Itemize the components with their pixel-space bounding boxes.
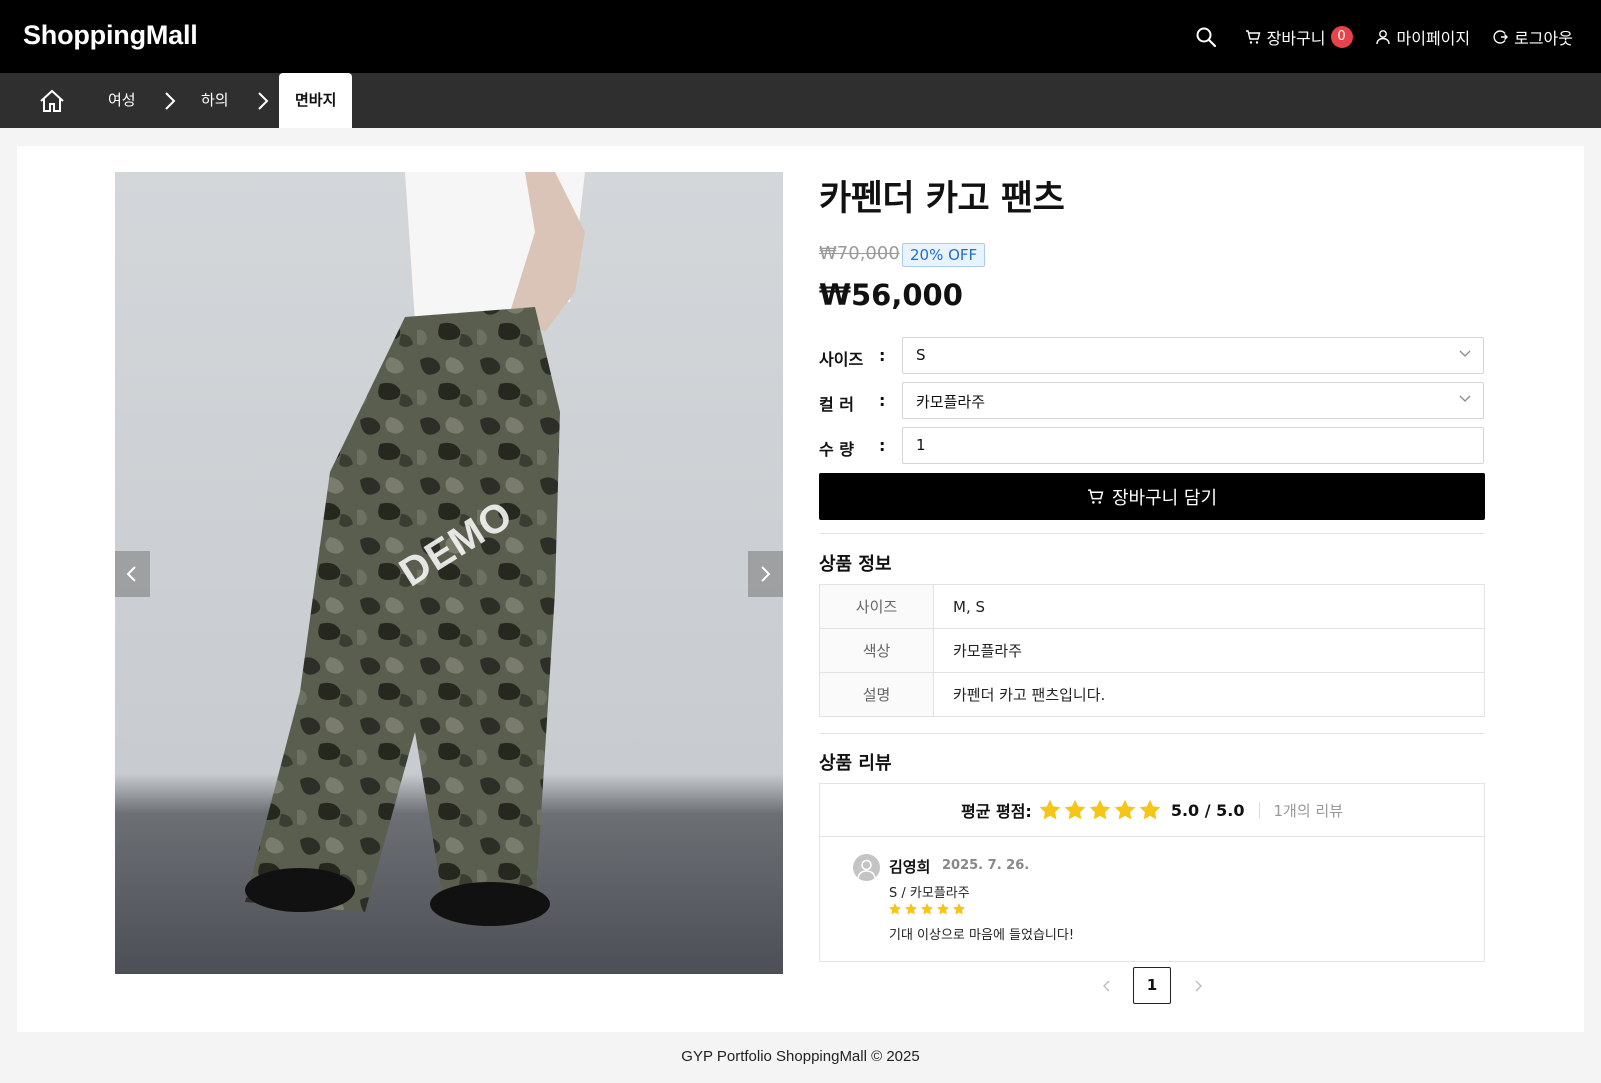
search-icon [1196, 27, 1216, 48]
star-icon [1139, 799, 1161, 820]
star-icon [920, 903, 934, 915]
info-key: 색상 [819, 628, 934, 673]
product-image: DEMO [115, 172, 783, 974]
reviewer-name: 김영희 [889, 858, 931, 876]
product-title: 카펜더 카고 팬츠 [819, 179, 1065, 219]
header-nav: 장바구니 0 마이페이지 로그아웃 [1173, 22, 1573, 52]
cart-icon [1245, 30, 1261, 44]
table-row: 색상 카모플라주 [819, 628, 1485, 673]
chevron-right-icon [761, 566, 771, 582]
site-logo[interactable]: ShoppingMall [23, 20, 198, 51]
star-icon [1114, 799, 1136, 820]
info-value: M, S [933, 584, 1485, 629]
review-option: S / 카모플라주 [889, 886, 970, 901]
qty-label: 수 량: [819, 436, 885, 460]
size-label: 사이즈: [819, 346, 885, 370]
divider [819, 533, 1485, 534]
review-date: 2025. 7. 26. [942, 858, 1030, 873]
rating-summary: 평균 평점: 5.0 / 5.0 1개의 리뷰 [820, 784, 1484, 837]
cart-icon [1088, 489, 1104, 504]
chevron-right-icon[interactable] [1190, 977, 1206, 995]
info-key: 사이즈 [819, 584, 934, 629]
discount-badge: 20% OFF [902, 243, 986, 267]
review-box: 평균 평점: 5.0 / 5.0 1개의 리뷰 김영희 2025. 7. 26.… [819, 783, 1485, 962]
star-icon [952, 903, 966, 915]
product-info-table: 사이즈 M, S 색상 카모플라주 설명 카펜더 카고 팬츠입니다. [819, 584, 1485, 717]
chevron-right-icon [258, 92, 269, 110]
table-row: 사이즈 M, S [819, 584, 1485, 629]
add-to-cart-button[interactable]: 장바구니 담기 [819, 473, 1485, 520]
info-key: 설명 [819, 672, 934, 717]
avg-rating-label: 평균 평점: [960, 802, 1032, 821]
reviews-title: 상품 리뷰 [819, 753, 892, 774]
pagination: 1 [0, 967, 1601, 1005]
review-text: 기대 이상으로 마음에 들었습니다! [889, 928, 1075, 943]
size-label-text: 사이즈 [819, 350, 864, 369]
logout-icon [1493, 30, 1509, 44]
breadcrumb-item-bottoms[interactable]: 하의 [201, 73, 229, 128]
size-select-value: S [916, 346, 926, 364]
footer-text: GYP Portfolio ShoppingMall © 2025 [681, 1048, 920, 1065]
color-label-colon: : [879, 391, 886, 410]
page-button[interactable]: 1 [1133, 967, 1171, 1004]
star-icon [936, 903, 950, 915]
add-to-cart-label: 장바구니 담기 [1111, 487, 1218, 509]
cart-label: 장바구니 [1266, 29, 1326, 48]
mypage-label: 마이페이지 [1396, 29, 1471, 48]
info-value: 카모플라주 [933, 628, 1485, 673]
info-value: 카펜더 카고 팬츠입니다. [933, 672, 1485, 717]
qty-label-colon: : [879, 436, 886, 455]
top-header: ShoppingMall 장바구니 0 마이페이지 로그아웃 [0, 0, 1601, 73]
image-next-button[interactable] [748, 551, 783, 597]
cart-link[interactable]: 장바구니 0 [1245, 25, 1353, 49]
breadcrumb: 여성 하의 면바지 [0, 73, 1601, 128]
quantity-input[interactable]: 1 [902, 427, 1484, 464]
star-icon [1089, 799, 1111, 820]
chevron-down-icon [1459, 350, 1471, 357]
product-info-title: 상품 정보 [819, 554, 892, 575]
color-select[interactable]: 카모플라주 [902, 382, 1484, 419]
avg-rating-stars [1038, 798, 1163, 822]
chevron-left-icon [126, 566, 136, 582]
color-label: 컬 러: [819, 391, 885, 415]
qty-label-text: 수 량 [819, 440, 855, 459]
avatar-icon [853, 854, 880, 881]
image-prev-button[interactable] [115, 551, 150, 597]
review-stars [888, 902, 968, 916]
table-row: 설명 카펜더 카고 팬츠입니다. [819, 672, 1485, 717]
breadcrumb-item-women[interactable]: 여성 [108, 73, 136, 128]
search-button[interactable] [1195, 26, 1223, 48]
size-select[interactable]: S [902, 337, 1484, 374]
mypage-link[interactable]: 마이페이지 [1375, 25, 1471, 49]
user-icon [1375, 30, 1390, 45]
chevron-down-icon [1459, 395, 1471, 402]
star-icon [1064, 799, 1086, 820]
cart-count-badge: 0 [1330, 26, 1353, 48]
original-price: ₩70,000 [819, 243, 900, 264]
sale-price: ₩56,000 [819, 278, 963, 312]
chevron-right-icon [165, 92, 176, 110]
star-icon [888, 903, 902, 915]
logout-label: 로그아웃 [1514, 29, 1573, 48]
color-select-value: 카모플라주 [916, 393, 986, 411]
avg-score: 5.0 / 5.0 [1170, 800, 1245, 820]
quantity-input-value: 1 [916, 436, 926, 454]
divider [819, 733, 1485, 734]
logout-link[interactable]: 로그아웃 [1492, 25, 1573, 49]
star-icon [1039, 799, 1061, 820]
chevron-left-icon[interactable] [1099, 977, 1115, 995]
breadcrumb-item-cotton-pants[interactable]: 면바지 [279, 73, 353, 128]
size-label-colon: : [879, 346, 886, 365]
review-count: 1개의 리뷰 [1273, 801, 1344, 820]
star-icon [904, 903, 918, 915]
color-label-text: 컬 러 [819, 395, 855, 414]
home-icon[interactable] [38, 87, 66, 115]
divider [1258, 802, 1260, 818]
